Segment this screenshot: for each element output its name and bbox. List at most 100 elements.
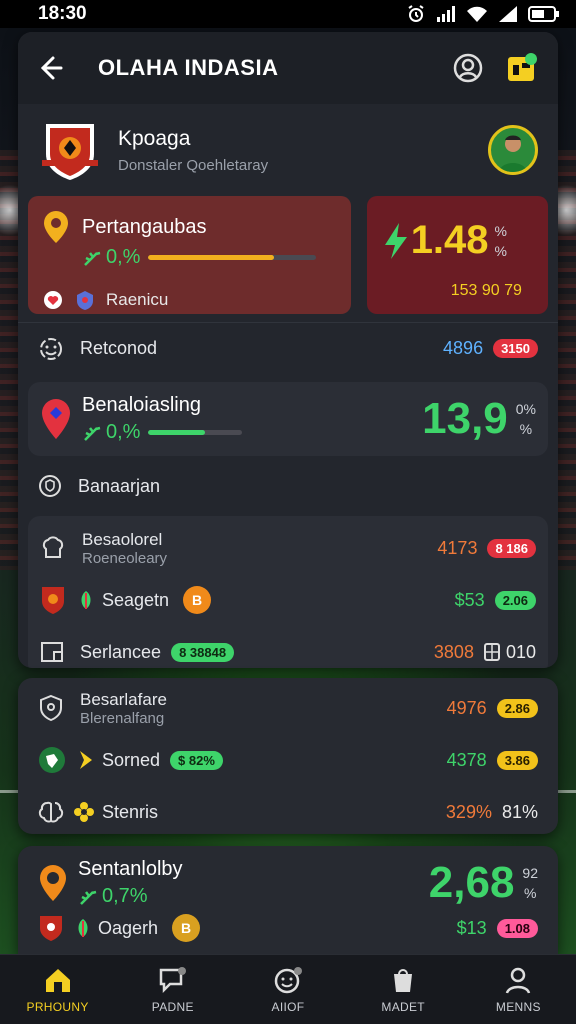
avatar[interactable] [488, 125, 538, 175]
row-line2: Roeneoleary [82, 549, 168, 567]
nav-label: PADNE [151, 999, 194, 1014]
stat-second-value: 13,9 [422, 394, 508, 443]
section-three-title: Sentanlolby [78, 858, 183, 880]
row-pill: 3.86 [496, 750, 538, 770]
nav-label: MADET [381, 999, 425, 1014]
nav-item-home[interactable]: PRHOUNY [8, 966, 108, 1014]
home-icon [45, 968, 70, 992]
section-three-row-pill: 1.08 [496, 918, 538, 938]
nav-item-aiiof[interactable]: AIIOF [238, 966, 338, 1014]
smile-dots-icon [40, 337, 62, 360]
location-pin-icon [40, 865, 66, 901]
player-avatar-icon [499, 135, 527, 172]
stat-card-second[interactable]: Benaloiasling 0,% 13,9 0% % [28, 382, 548, 456]
stat-main-progress [148, 255, 317, 260]
section-three[interactable]: Sentanlolby 0,7% 2,68 92 % Oagerh B $13 … [18, 846, 558, 954]
retconod-label: Retconod [80, 338, 158, 358]
profile-row[interactable]: Kpoaga Donstaler Qoehletaray [18, 104, 558, 196]
signal-icon [437, 6, 455, 22]
section-two-row-3[interactable]: Stenris 329% 81% [38, 786, 538, 838]
arrow-play-icon [80, 751, 92, 769]
club-badge-icon [42, 587, 64, 614]
main-panel: OLAHA INDASIA Kpoaga Donstaler Qoehletar… [18, 32, 558, 668]
club-crest-icon [42, 124, 98, 180]
section-one-row-1[interactable]: Besaolorel Roeneoleary 4173 8 186 [40, 522, 536, 574]
retconod-value: 4896 [443, 338, 484, 358]
brain-icon [38, 801, 64, 823]
section-three-badge: B [172, 914, 201, 942]
stat-second-title: Benaloiasling [82, 394, 201, 416]
alarm-icon [408, 5, 424, 22]
leaf-icon [80, 890, 97, 905]
stat-main-pct: 0,% [106, 246, 141, 268]
stat-second-unit-bottom: % [519, 421, 533, 437]
row-line1: Stenris [102, 801, 159, 822]
section-two: Besarlafare Blerenalfang 4976 2.86 Sorne… [18, 678, 558, 834]
wifi-icon [467, 6, 487, 22]
profile-text: Kpoaga Donstaler Qoehletaray [118, 127, 488, 174]
stat-main-title: Pertangaubas [82, 215, 207, 238]
list-row-banaarjan[interactable]: Banaarjan [18, 464, 558, 508]
stat-card-side[interactable]: 1.48 % % 153 90 79 [366, 196, 548, 314]
stat-second-pct: 0,% [106, 421, 141, 443]
status-time: 18:30 [38, 3, 87, 24]
stat-side-unit-top: % [494, 222, 507, 239]
row-value: 4976 [446, 697, 487, 718]
ticket-button[interactable] [504, 50, 540, 86]
leaf-icon [84, 251, 101, 266]
section-two-row-1-text: Besarlafare Blerenalfang [80, 690, 447, 727]
nav-label: MENNS [495, 999, 541, 1014]
section-one-row-3[interactable]: Serlancee 8 38848 3808 010 [40, 626, 536, 668]
bag-icon [394, 968, 413, 992]
person-icon [506, 967, 531, 994]
bookmark-grid-icon [483, 643, 500, 661]
screen-lock-icon [41, 642, 63, 662]
section-two-row-2[interactable]: Sorned $ 82% 4378 3.86 [38, 734, 538, 786]
row-line1: Sorned [102, 749, 161, 770]
section-one-row-1-text: Besaolorel Roeneoleary [82, 530, 437, 567]
location-pin-icon [44, 211, 68, 243]
stat-card-main[interactable]: Pertangaubas 0,% Raenicu [28, 196, 351, 314]
row-pill: 2.06 [494, 590, 536, 610]
shield-small-icon [77, 291, 93, 310]
stat-second-progress-fill [148, 430, 205, 435]
status-icons [406, 4, 560, 24]
row-line1: Besaolorel [82, 529, 163, 549]
heart-pin-icon [44, 291, 62, 309]
map-pin-icon [42, 399, 70, 439]
shield-check-icon [40, 694, 62, 722]
map-region-icon [39, 747, 65, 773]
profile-button[interactable] [450, 50, 486, 86]
nav-label: PRHOUNY [26, 999, 89, 1014]
ticket-icon [508, 53, 537, 81]
user-circle-icon [453, 53, 483, 83]
shield-outline-icon [39, 475, 61, 497]
nav-item-padne[interactable]: PADNE [123, 966, 223, 1014]
row-value-2: 81% [501, 801, 538, 822]
bottom-nav: PRHOUNY PADNE AIIOF MADET MENNS [0, 954, 576, 1024]
stat-second-units: 0% % [516, 399, 536, 439]
section-three-row[interactable]: Oagerh B $13 1.08 [18, 908, 558, 948]
list-row-retconod[interactable]: Retconod 4896 3150 [18, 322, 558, 374]
section-three-value: 2,68 [428, 858, 515, 907]
cell-icon [499, 6, 517, 22]
section-two-row-1[interactable]: Besarlafare Blerenalfang 4976 2.86 [38, 682, 538, 734]
stat-main-sub-label: Raenicu [106, 290, 169, 309]
row-line2: Blerenalfang [80, 709, 165, 727]
nav-item-menns[interactable]: MENNS [468, 966, 568, 1014]
status-bar: 18:30 [0, 0, 576, 28]
flower-icon [74, 802, 94, 822]
chef-hat-icon [42, 536, 64, 558]
nav-label: AIIOF [271, 999, 305, 1014]
back-button[interactable] [36, 54, 64, 82]
nav-item-madet[interactable]: MADET [353, 966, 453, 1014]
section-one: Besaolorel Roeneoleary 4173 8 186 Seaget… [28, 516, 548, 668]
section-three-unit-bottom: % [523, 885, 537, 901]
stat-side-value: 1.48 [410, 218, 489, 262]
section-three-row-value: $13 [456, 917, 487, 938]
leaf-small-icon [81, 591, 91, 609]
row-value: 329% [445, 801, 492, 822]
leaf-small-icon [78, 919, 88, 937]
top-bar: OLAHA INDASIA [18, 32, 558, 104]
section-one-row-2[interactable]: Seagetn B $53 2.06 [40, 574, 536, 626]
